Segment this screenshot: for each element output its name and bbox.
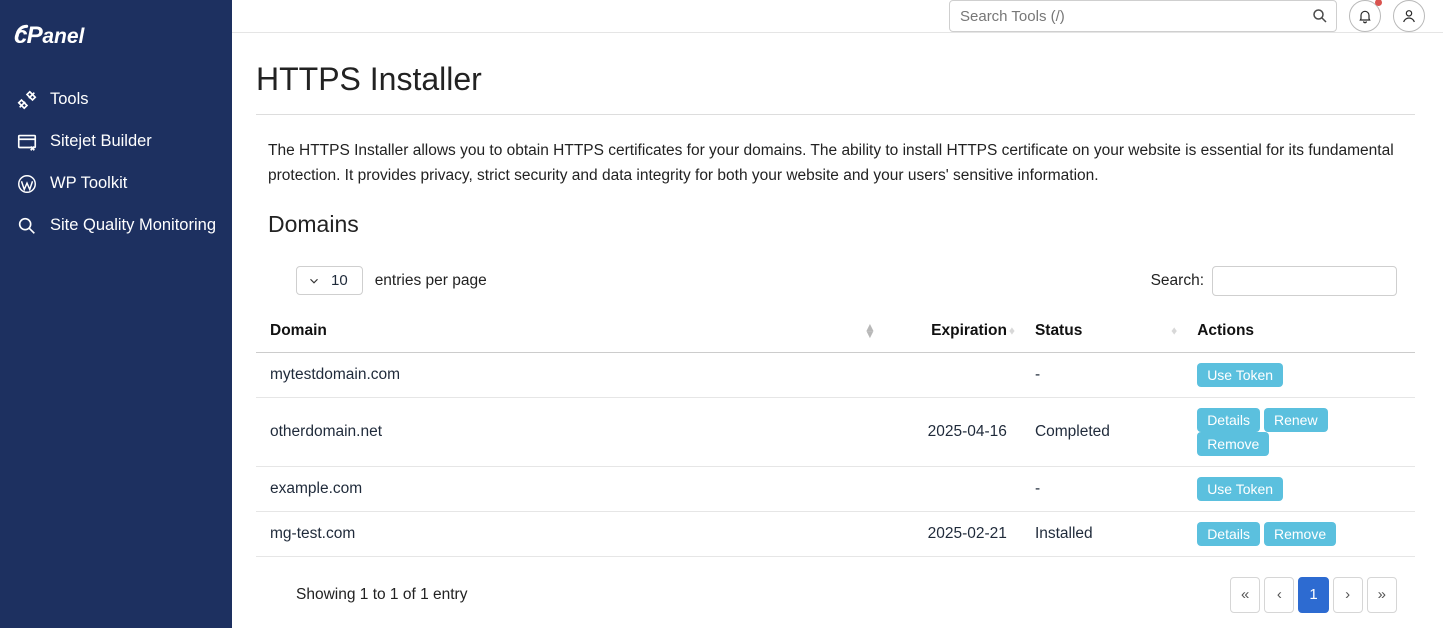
col-status[interactable]: Status ♦ (1021, 310, 1183, 353)
sidebar-item-sitejet[interactable]: Sitejet Builder (0, 121, 232, 163)
col-actions: Actions (1183, 310, 1415, 353)
svg-text:anel: anel (42, 25, 85, 48)
table-row: example.com -Use Token (256, 466, 1415, 511)
pager-next[interactable]: › (1333, 577, 1363, 613)
renew-button[interactable]: Renew (1264, 408, 1328, 432)
pager-prev[interactable]: ‹ (1264, 577, 1294, 613)
page-description: The HTTPS Installer allows you to obtain… (268, 139, 1411, 189)
cell-expiration (882, 466, 1021, 511)
cell-actions: Use Token (1183, 466, 1415, 511)
topbar (232, 0, 1443, 33)
details-button[interactable]: Details (1197, 522, 1260, 546)
entries-label: entries per page (375, 272, 487, 290)
details-button[interactable]: Details (1197, 408, 1260, 432)
cell-status: - (1021, 466, 1183, 511)
sort-icon: ▲▼ (864, 323, 876, 337)
pager-first[interactable]: « (1230, 577, 1260, 613)
sidebar: c P anel Tools Sitejet Builder WP Toolki… (0, 0, 232, 628)
col-status-label: Status (1035, 322, 1082, 339)
table-footer: Showing 1 to 1 of 1 entry « ‹ 1 › » (256, 557, 1415, 613)
cpanel-logo-icon: c P anel (14, 20, 140, 52)
cell-expiration: 2025-04-16 (882, 397, 1021, 466)
wordpress-icon (16, 173, 38, 195)
entries-value: 10 (331, 272, 348, 289)
cell-status: - (1021, 352, 1183, 397)
entries-per-page: 10 entries per page (296, 266, 487, 295)
domains-table: Domain ▲▼ Expiration ♦ Status ♦ Actions (256, 310, 1415, 557)
table-search-input[interactable] (1212, 266, 1397, 296)
sitejet-icon (16, 131, 38, 153)
use-token-button[interactable]: Use Token (1197, 363, 1283, 387)
brand-logo[interactable]: c P anel (0, 14, 232, 79)
user-icon (1401, 8, 1417, 24)
cell-actions: Use Token (1183, 352, 1415, 397)
notifications-button[interactable] (1349, 0, 1381, 32)
account-button[interactable] (1393, 0, 1425, 32)
showing-text: Showing 1 to 1 of 1 entry (296, 586, 467, 604)
notification-dot-icon (1375, 0, 1382, 6)
pager-last[interactable]: » (1367, 577, 1397, 613)
bell-icon (1357, 8, 1373, 24)
search-icon[interactable] (1311, 7, 1329, 25)
table-controls: 10 entries per page Search: (256, 266, 1415, 310)
sidebar-item-wptoolkit[interactable]: WP Toolkit (0, 163, 232, 205)
cell-domain: mg-test.com (256, 511, 882, 556)
sidebar-item-label: Sitejet Builder (50, 131, 152, 152)
sort-icon: ♦ (1009, 327, 1015, 334)
sort-icon: ♦ (1171, 327, 1177, 334)
cell-status: Installed (1021, 511, 1183, 556)
sidebar-item-label: WP Toolkit (50, 173, 127, 194)
cell-domain: otherdomain.net (256, 397, 882, 466)
sidebar-item-label: Site Quality Monitoring (50, 215, 216, 236)
table-row: mytestdomain.com -Use Token (256, 352, 1415, 397)
col-actions-label: Actions (1197, 322, 1254, 339)
remove-button[interactable]: Remove (1264, 522, 1336, 546)
page-title: HTTPS Installer (256, 51, 1415, 114)
magnifier-icon (16, 215, 38, 237)
col-domain[interactable]: Domain ▲▼ (256, 310, 882, 353)
cell-actions: DetailsRemove (1183, 511, 1415, 556)
table-row: otherdomain.net2025-04-16CompletedDetail… (256, 397, 1415, 466)
table-search: Search: (1151, 266, 1397, 296)
sidebar-item-sitequality[interactable]: Site Quality Monitoring (0, 205, 232, 247)
table-search-label: Search: (1151, 272, 1204, 290)
svg-text:P: P (27, 22, 44, 49)
tools-icon (16, 89, 38, 111)
col-domain-label: Domain (270, 322, 327, 339)
global-search (949, 0, 1337, 32)
pager: « ‹ 1 › » (1230, 577, 1397, 613)
table-row: mg-test.com2025-02-21InstalledDetailsRem… (256, 511, 1415, 556)
cell-actions: DetailsRenewRemove (1183, 397, 1415, 466)
pager-current[interactable]: 1 (1298, 577, 1328, 613)
search-input[interactable] (949, 0, 1337, 32)
cell-status: Completed (1021, 397, 1183, 466)
cell-domain: mytestdomain.com (256, 352, 882, 397)
sidebar-item-tools[interactable]: Tools (0, 79, 232, 121)
chevron-down-icon (307, 274, 321, 288)
domains-heading: Domains (268, 211, 1415, 238)
use-token-button[interactable]: Use Token (1197, 477, 1283, 501)
cell-expiration: 2025-02-21 (882, 511, 1021, 556)
sidebar-item-label: Tools (50, 89, 89, 110)
col-expiration-label: Expiration (931, 322, 1007, 339)
divider (256, 114, 1415, 115)
col-expiration[interactable]: Expiration ♦ (882, 310, 1021, 353)
main-area: HTTPS Installer The HTTPS Installer allo… (232, 0, 1443, 628)
cell-domain: example.com (256, 466, 882, 511)
cell-expiration (882, 352, 1021, 397)
entries-select[interactable]: 10 (296, 266, 363, 295)
remove-button[interactable]: Remove (1197, 432, 1269, 456)
content: HTTPS Installer The HTTPS Installer allo… (232, 33, 1443, 643)
